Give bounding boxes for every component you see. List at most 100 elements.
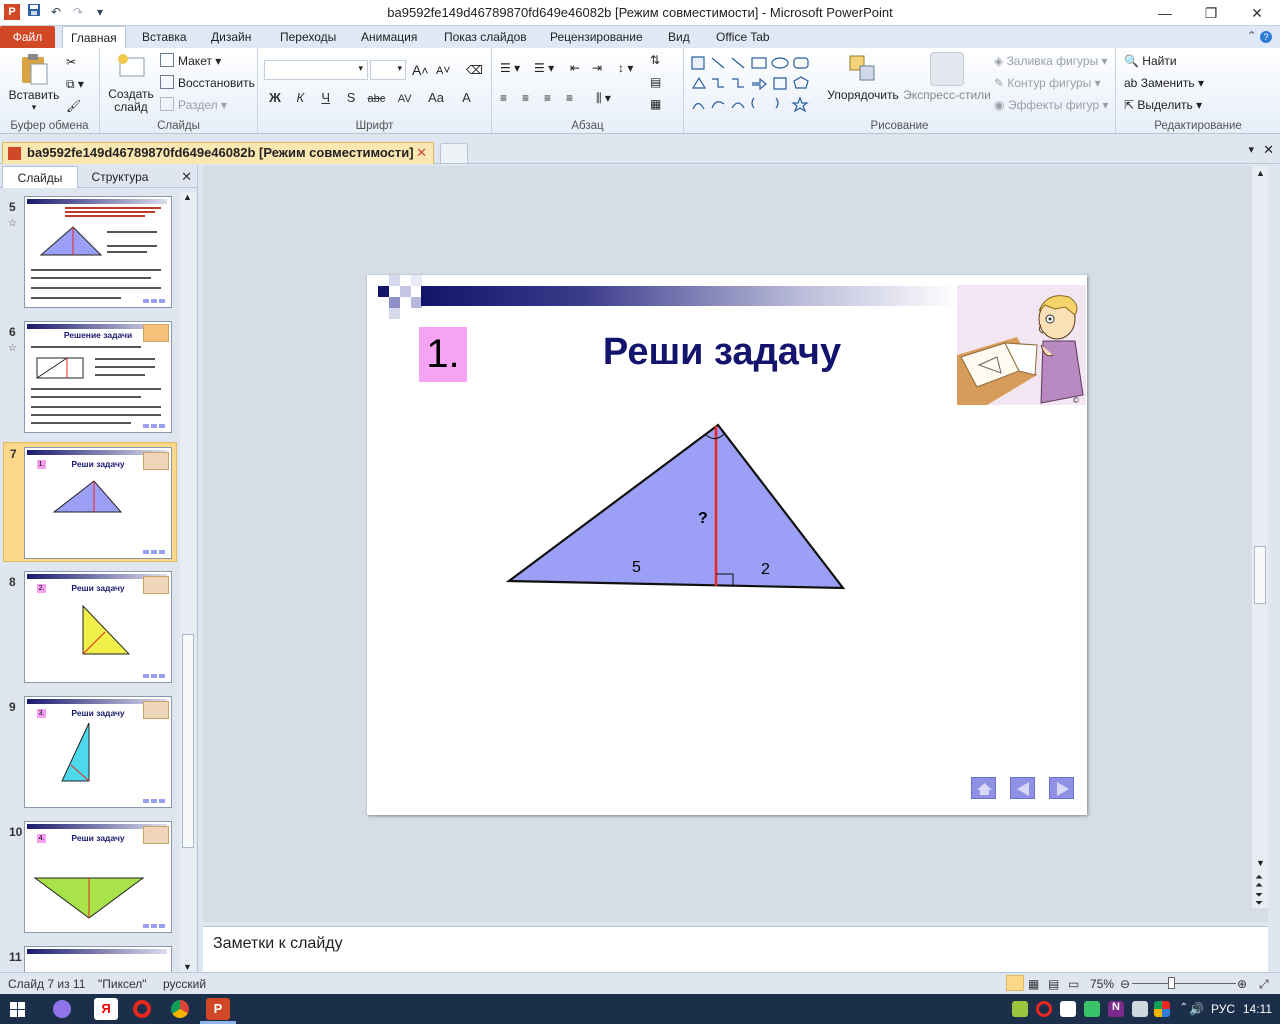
strikethrough-button[interactable]: abc — [365, 89, 387, 109]
font-size-combo[interactable]: ▾ — [370, 60, 406, 80]
tab-file[interactable]: Файл — [0, 26, 55, 48]
scroll-down-icon[interactable]: ▼ — [1256, 858, 1265, 868]
previous-nav-button[interactable] — [1010, 777, 1035, 799]
tab-slideshow[interactable]: Показ слайдов — [436, 26, 535, 48]
reading-view-icon[interactable]: ▤ — [1048, 977, 1059, 991]
text-direction-icon[interactable]: ⇅ — [650, 50, 660, 70]
close-panel-icon[interactable]: ✕ — [181, 169, 192, 185]
bullets-icon[interactable]: ☰ ▾ — [500, 58, 520, 78]
underline-button[interactable]: Ч — [315, 88, 337, 108]
slide-thumbnail-8[interactable]: 8 2. Реши задачу — [0, 571, 180, 689]
scroll-up-icon[interactable]: ▲ — [1256, 168, 1265, 178]
font-name-combo[interactable]: ▾ — [264, 60, 368, 80]
chrome-icon[interactable] — [168, 998, 192, 1020]
previous-slide-icon[interactable]: ⏶ ⏶ — [1255, 873, 1263, 891]
close-button[interactable]: ✕ — [1234, 0, 1280, 26]
home-nav-button[interactable] — [971, 777, 996, 799]
align-left-icon[interactable]: ≡ — [500, 88, 507, 108]
tray-network-adapter-icon[interactable] — [1132, 1001, 1148, 1017]
theme-name[interactable]: "Пиксел" — [98, 977, 147, 991]
quick-styles-button[interactable]: Экспресс-стили — [902, 52, 992, 102]
new-tab-button[interactable] — [440, 143, 468, 163]
tab-slides[interactable]: Слайды — [2, 166, 78, 188]
document-tab[interactable]: ba9592fe149d46789870fd649e46082b [Режим … — [2, 142, 434, 164]
slide-thumbnail-5[interactable]: 5 ☆ — [0, 196, 180, 314]
cortana-icon[interactable] — [50, 998, 74, 1020]
clock[interactable]: 14:11 — [1243, 1002, 1272, 1016]
arrange-button[interactable]: Упорядочить — [826, 52, 900, 102]
slide-thumbnail-11[interactable]: 11 — [0, 946, 180, 972]
tray-yandex-icon[interactable] — [1060, 1001, 1076, 1017]
tab-review[interactable]: Рецензирование — [542, 26, 651, 48]
zoom-out-icon[interactable]: ⊖ — [1120, 977, 1130, 991]
tab-transitions[interactable]: Переходы — [272, 26, 344, 48]
cut-icon[interactable]: ✂ — [66, 52, 76, 72]
slides-panel-scroll-thumb[interactable] — [182, 634, 194, 848]
char-spacing-button[interactable]: AV — [391, 89, 419, 109]
slide-thumbnail-9[interactable]: 9 3. Реши задачу — [0, 696, 180, 814]
zoom-in-icon[interactable]: ⊕ — [1237, 977, 1247, 991]
language-indicator[interactable]: русский — [163, 977, 206, 991]
tab-list-icon[interactable]: ▾ — [1248, 143, 1254, 156]
align-text-icon[interactable]: ▤ — [650, 72, 661, 92]
replace-button[interactable]: ab Заменить ▾ — [1124, 73, 1204, 93]
grow-font-button[interactable]: A˄ — [412, 60, 428, 80]
line-spacing-icon[interactable]: ↕ ▾ — [618, 58, 633, 78]
tray-opera-icon[interactable] — [1036, 1001, 1052, 1017]
shape-effects-button[interactable]: ◉ Эффекты фигур ▾ — [994, 95, 1109, 115]
current-slide[interactable]: 1. Реши задачу © ? 5 2 — [367, 275, 1087, 815]
slideshow-view-icon[interactable]: ▭ — [1068, 977, 1079, 991]
new-slide-button[interactable]: Создать слайд — [108, 52, 154, 114]
fit-to-window-icon[interactable]: ⤢ — [1259, 977, 1269, 992]
yandex-browser-icon[interactable]: Я — [94, 998, 118, 1020]
change-case-button[interactable]: Aa — [422, 88, 450, 108]
editor-scrollbar[interactable]: ▲ ▼ ⏶ ⏶ ⏷ ⏷ — [1252, 166, 1268, 909]
tab-insert[interactable]: Вставка — [134, 26, 195, 48]
tray-volume-icon[interactable]: 🔊 — [1189, 1002, 1204, 1016]
select-button[interactable]: ⇱ Выделить ▾ — [1124, 95, 1202, 115]
decrease-indent-icon[interactable]: ⇤ — [570, 58, 580, 78]
shrink-font-button[interactable]: A˅ — [436, 60, 450, 80]
scroll-down-icon[interactable]: ▼ — [183, 962, 192, 972]
shadow-button[interactable]: S — [340, 88, 362, 108]
slide-sorter-icon[interactable]: ▦ — [1028, 977, 1039, 991]
zoom-slider-knob[interactable] — [1168, 977, 1175, 989]
minimize-button[interactable]: — — [1142, 0, 1188, 26]
windows-start-icon[interactable] — [10, 1002, 25, 1017]
input-language[interactable]: РУС — [1211, 1002, 1235, 1016]
triangle-diagram[interactable]: ? 5 2 — [367, 275, 1087, 815]
tray-chevron-icon[interactable]: ⌃ — [1180, 1002, 1188, 1013]
clear-formatting-icon[interactable]: ⌫ — [466, 60, 483, 80]
help-icon[interactable]: ⌃ ? — [1247, 29, 1272, 43]
triangle-shape[interactable] — [505, 423, 846, 590]
slide-thumbnail-10[interactable]: 10 4. Реши задачу — [0, 821, 180, 939]
bold-button[interactable]: Ж — [264, 88, 286, 108]
align-center-icon[interactable]: ≡ — [522, 88, 529, 108]
restore-button[interactable]: ❐ — [1188, 0, 1234, 26]
tab-view[interactable]: Вид — [660, 26, 698, 48]
notes-pane[interactable]: Заметки к слайду — [203, 926, 1268, 972]
slide-thumbnail-6[interactable]: 6 ☆ Решение задачи — [0, 321, 180, 439]
align-right-icon[interactable]: ≡ — [544, 88, 551, 108]
reset-button[interactable]: Восстановить — [160, 73, 255, 93]
close-document-tab-icon[interactable]: ✕ — [416, 143, 427, 163]
zoom-level[interactable]: 75% — [1090, 977, 1114, 991]
zoom-slider[interactable] — [1132, 983, 1236, 984]
scroll-up-icon[interactable]: ▲ — [183, 192, 192, 202]
editor-scroll-thumb[interactable] — [1254, 546, 1266, 604]
opera-icon[interactable] — [130, 998, 154, 1020]
next-slide-icon[interactable]: ⏷ ⏷ — [1255, 891, 1263, 909]
columns-icon[interactable]: ⫼ ▾ — [596, 88, 611, 108]
slide-thumbnail-7[interactable]: 7 1. Реши задачу — [3, 442, 177, 562]
font-color-button[interactable]: A — [453, 88, 479, 108]
copy-icon[interactable]: ⧉ ▾ — [66, 74, 84, 94]
tray-app-icon[interactable] — [1012, 1001, 1028, 1017]
tab-office-tab[interactable]: Office Tab — [708, 26, 778, 48]
paste-button[interactable]: Вставить ▾ — [6, 52, 62, 113]
close-all-tabs-icon[interactable]: ✕ — [1263, 142, 1274, 158]
layout-button[interactable]: Макет ▾ — [160, 51, 221, 71]
find-button[interactable]: 🔍 Найти — [1124, 51, 1177, 71]
tab-animation[interactable]: Анимация — [353, 26, 425, 48]
next-nav-button[interactable] — [1049, 777, 1074, 799]
tray-onenote-icon[interactable]: N — [1108, 1001, 1124, 1017]
